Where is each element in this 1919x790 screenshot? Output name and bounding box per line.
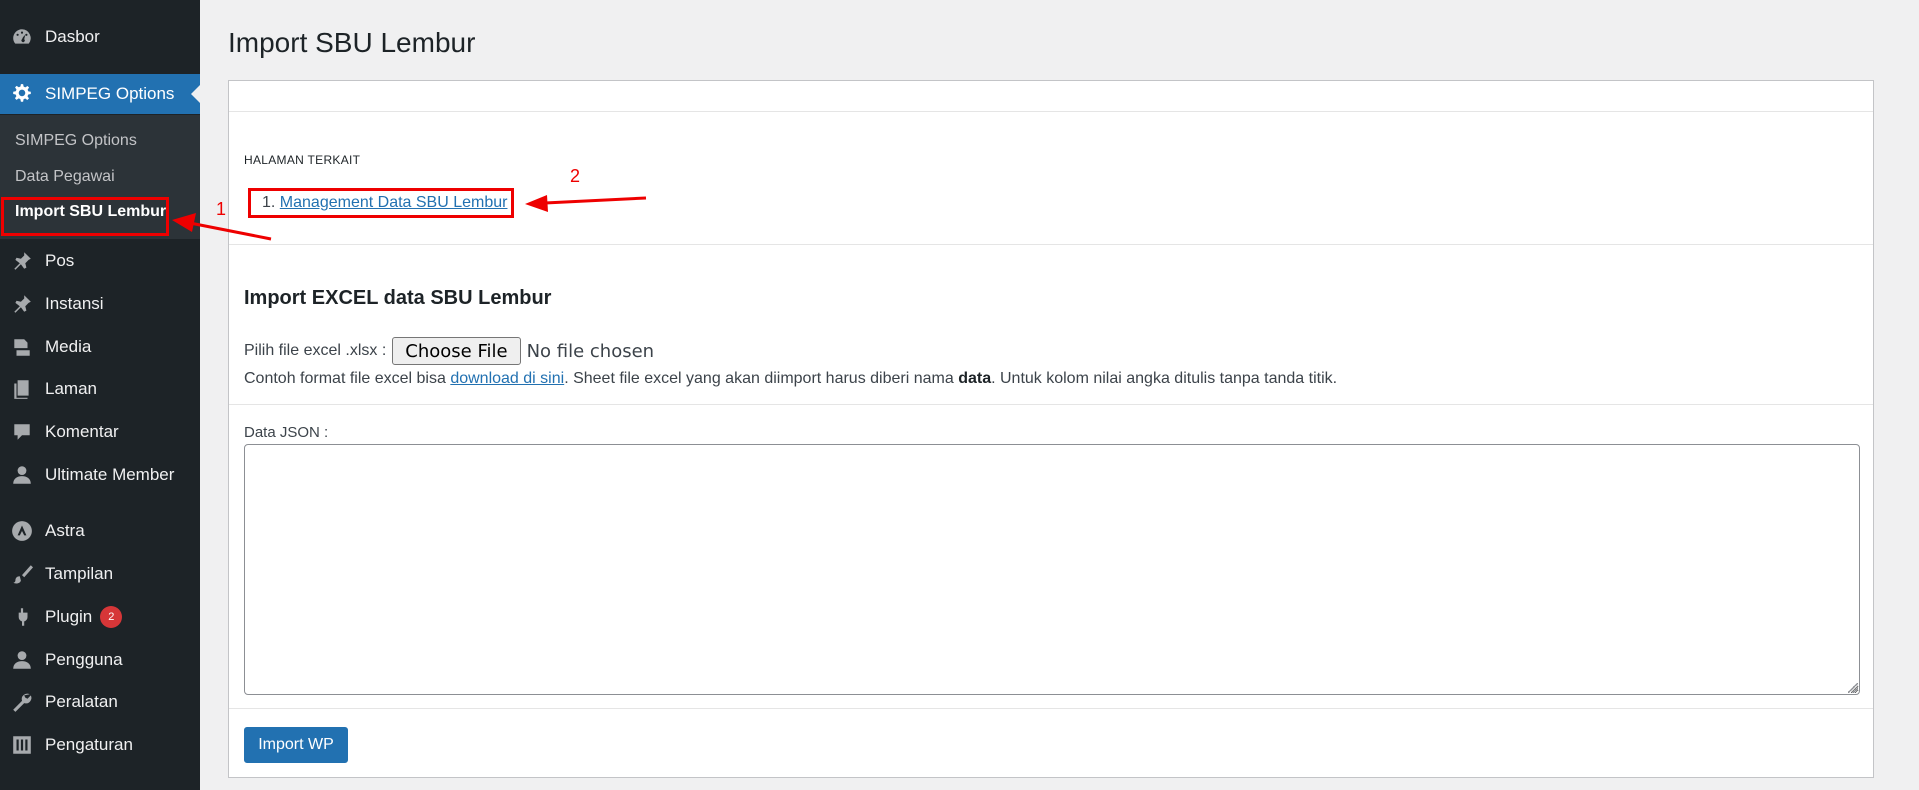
submenu-simpeg-options[interactable]: SIMPEG Options [15, 132, 137, 150]
menu-pengguna[interactable]: Pengguna [0, 640, 200, 680]
dashboard-icon [10, 25, 34, 49]
astra-icon [10, 519, 34, 543]
submenu-data-pegawai[interactable]: Data Pegawai [15, 168, 115, 186]
divider [229, 244, 1873, 245]
hint-text: Contoh format file excel bisa [244, 370, 451, 387]
hint-text: . Sheet file excel yang akan diimport ha… [564, 370, 959, 387]
pin-icon [10, 249, 34, 273]
update-count-badge: 2 [100, 606, 123, 628]
plugin-icon [10, 605, 34, 629]
paintbrush-icon [10, 562, 34, 586]
user-icon [10, 648, 34, 672]
menu-label: Plugin [45, 607, 93, 626]
file-input-label: Pilih file excel .xlsx : [244, 342, 387, 359]
menu-label: Pos [45, 251, 75, 270]
choose-file-button[interactable]: Choose File [392, 337, 521, 365]
wrench-icon [10, 690, 34, 714]
menu-label: Media [45, 337, 92, 356]
menu-astra[interactable]: Astra [0, 511, 200, 551]
settings-sliders-icon [10, 733, 34, 757]
annotation-box-1 [1, 197, 169, 236]
media-icon [10, 335, 34, 359]
menu-label: Pengguna [45, 650, 123, 669]
gear-icon [10, 82, 34, 106]
menu-label: Laman [45, 379, 97, 398]
menu-label: Dasbor [45, 27, 100, 46]
menu-label: Komentar [45, 422, 119, 441]
download-template-link[interactable]: download di sini [450, 370, 564, 387]
hint-text: . Untuk kolom nilai angka ditulis tanpa … [991, 370, 1338, 387]
menu-laman[interactable]: Laman [0, 369, 200, 409]
json-label: Data JSON : [244, 424, 329, 441]
user-icon [10, 463, 34, 487]
menu-label: Instansi [45, 294, 104, 313]
menu-pos[interactable]: Pos [0, 241, 200, 281]
file-status: No file chosen [526, 340, 655, 362]
menu-tampilan[interactable]: Tampilan [0, 554, 200, 594]
excel-format-hint: Contoh format file excel bisa download d… [244, 370, 1337, 388]
divider [229, 708, 1873, 709]
menu-pengaturan[interactable]: Pengaturan [0, 725, 200, 765]
menu-simpeg-options[interactable]: SIMPEG Options [0, 74, 200, 114]
import-panel: HALAMAN TERKAIT 1. Management Data SBU L… [228, 80, 1874, 778]
divider [229, 111, 1873, 112]
menu-dashboard[interactable]: Dasbor [0, 17, 200, 57]
page-icon [10, 377, 34, 401]
annotation-label-2: 2 [570, 166, 581, 186]
menu-komentar[interactable]: Komentar [0, 412, 200, 452]
menu-ultimate-member[interactable]: Ultimate Member [0, 455, 200, 495]
menu-label: Pengaturan [45, 735, 133, 754]
menu-label: Peralatan [45, 692, 118, 711]
annotation-box-2 [248, 188, 514, 218]
sheet-name: data [958, 370, 992, 387]
json-textarea[interactable] [244, 444, 1860, 695]
related-pages-heading: HALAMAN TERKAIT [244, 153, 361, 167]
admin-sidebar: Dasbor SIMPEG Options SIMPEG Options Dat… [0, 0, 200, 790]
menu-media[interactable]: Media [0, 327, 200, 367]
pin-icon [10, 292, 34, 316]
import-wp-button[interactable]: Import WP [244, 727, 348, 763]
resize-handle[interactable] [1848, 683, 1858, 693]
import-excel-heading: Import EXCEL data SBU Lembur [244, 287, 552, 309]
menu-peralatan[interactable]: Peralatan [0, 682, 200, 722]
comment-icon [10, 420, 34, 444]
menu-instansi[interactable]: Instansi [0, 284, 200, 324]
annotation-label-1: 1 [216, 199, 227, 219]
menu-label: Tampilan [45, 564, 114, 583]
menu-label: Astra [45, 521, 85, 540]
menu-label: SIMPEG Options [45, 84, 175, 103]
menu-plugin[interactable]: Plugin 2 [0, 597, 200, 637]
page-title: Import SBU Lembur [228, 27, 476, 58]
file-input-row: Pilih file excel .xlsx : Choose File No … [244, 337, 654, 365]
menu-label: Ultimate Member [45, 465, 175, 484]
divider [229, 404, 1873, 405]
